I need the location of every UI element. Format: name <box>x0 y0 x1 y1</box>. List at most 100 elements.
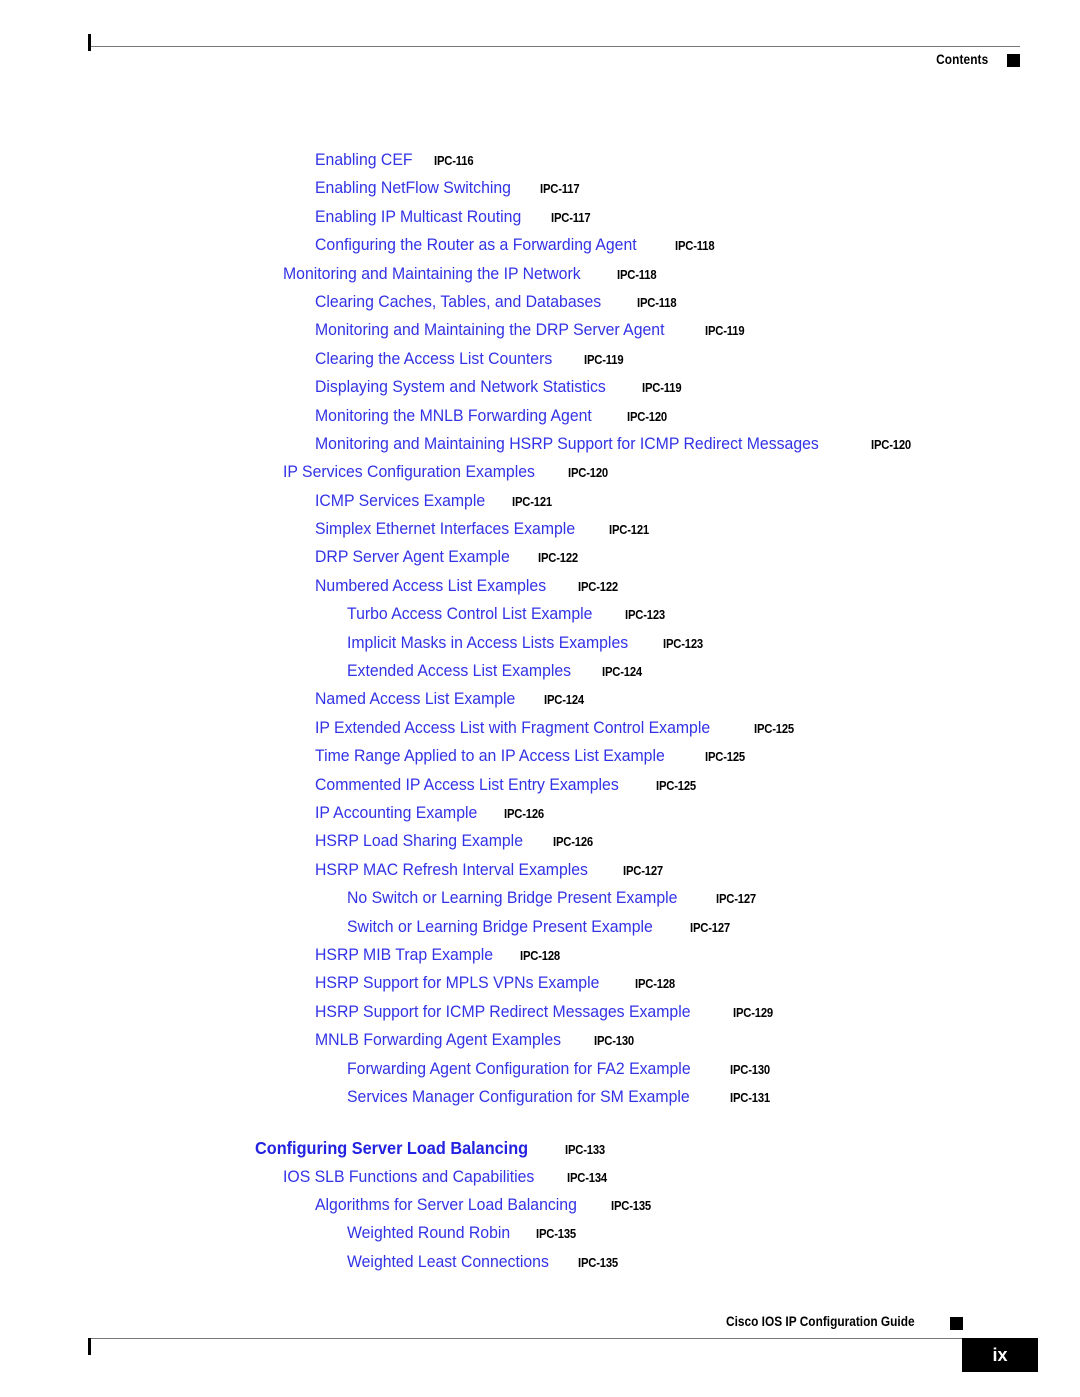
toc-entry-title[interactable]: HSRP Load Sharing Example <box>315 831 523 851</box>
toc-entry-title[interactable]: Monitoring and Maintaining the IP Networ… <box>283 264 581 284</box>
toc-entry-page-number: IPC-124 <box>544 693 585 708</box>
toc-chapter-entry[interactable]: Configuring Server Load Balancing IPC-133 <box>0 1138 1080 1166</box>
toc-entry[interactable]: Monitoring and Maintaining the IP Networ… <box>0 264 1080 292</box>
toc-entry[interactable]: IP Services Configuration Examples IPC-12… <box>0 462 1080 490</box>
toc-entry[interactable]: Simplex Ethernet Interfaces Example IPC-1… <box>0 519 1080 547</box>
toc-entry-title[interactable]: Turbo Access Control List Example <box>347 604 592 624</box>
toc-entry-title[interactable]: Named Access List Example <box>315 689 515 709</box>
toc-entry-title[interactable]: Enabling IP Multicast Routing <box>315 207 521 227</box>
toc-entry-title[interactable]: Clearing Caches, Tables, and Databases <box>315 292 601 312</box>
toc-entry-title[interactable]: IP Accounting Example <box>315 803 477 823</box>
toc-entry[interactable]: HSRP Support for ICMP Redirect Messages … <box>0 1002 1080 1030</box>
toc-entry-title[interactable]: MNLB Forwarding Agent Examples <box>315 1030 561 1050</box>
toc-entry-title[interactable]: Numbered Access List Examples <box>315 576 546 596</box>
toc-entry[interactable]: Implicit Masks in Access Lists Examples I… <box>0 633 1080 661</box>
toc-entry-title[interactable]: Weighted Round Robin <box>347 1223 510 1243</box>
toc-entry[interactable]: Forwarding Agent Configuration for FA2 E… <box>0 1059 1080 1087</box>
toc-entry[interactable]: Monitoring and Maintaining HSRP Support … <box>0 434 1080 462</box>
toc-entry-page-number: IPC-116 <box>433 154 474 168</box>
toc-entry-page-number: IPC-121 <box>511 494 552 509</box>
toc-entry-title[interactable]: Monitoring and Maintaining the DRP Serve… <box>315 320 664 340</box>
toc-entry-page-number: IPC-127 <box>689 920 730 935</box>
toc-entry-page-number: IPC-133 <box>564 1143 605 1158</box>
toc-entry-page-number: IPC-130 <box>593 1034 634 1049</box>
toc-entry-page-number: IPC-125 <box>705 750 746 765</box>
toc-entry[interactable]: Time Range Applied to an IP Access List … <box>0 746 1080 774</box>
toc-entry[interactable]: Named Access List Example IPC-124 <box>0 689 1080 717</box>
toc-entry[interactable]: Enabling CEF IPC-116 <box>0 150 1080 178</box>
toc-entry-title[interactable]: Configuring the Router as a Forwarding A… <box>315 235 637 255</box>
toc-entry[interactable]: Extended Access List Examples IPC-124 <box>0 661 1080 689</box>
toc-entry-title[interactable]: Simplex Ethernet Interfaces Example <box>315 519 575 539</box>
toc-entry-title[interactable]: Displaying System and Network Statistics <box>315 377 606 397</box>
toc-entry-title[interactable]: Switch or Learning Bridge Present Exampl… <box>347 917 653 937</box>
toc-entry[interactable]: Numbered Access List Examples IPC-122 <box>0 576 1080 604</box>
toc-entry-title[interactable]: ICMP Services Example <box>315 491 485 511</box>
toc-entry-title[interactable]: Clearing the Access List Counters <box>315 349 552 369</box>
toc-entry[interactable]: Commented IP Access List Entry Examples I… <box>0 775 1080 803</box>
toc-entry-title[interactable]: Extended Access List Examples <box>347 661 571 681</box>
toc-entry-page-number: IPC-120 <box>567 466 608 481</box>
black-square-marker-icon <box>950 1317 963 1330</box>
toc-entry[interactable]: Turbo Access Control List Example IPC-123 <box>0 604 1080 632</box>
toc-entry-title[interactable]: Configuring Server Load Balancing <box>255 1138 528 1159</box>
page-footer: Cisco IOS IP Configuration Guide ix <box>88 1314 1038 1397</box>
toc-entry-title[interactable]: Commented IP Access List Entry Examples <box>315 775 619 795</box>
toc-entry-title[interactable]: Monitoring and Maintaining HSRP Support … <box>315 434 819 454</box>
toc-entry-page-number: IPC-129 <box>732 1005 773 1020</box>
toc-entry[interactable]: HSRP MAC Refresh Interval Examples IPC-12… <box>0 860 1080 888</box>
toc-entry[interactable]: Monitoring and Maintaining the DRP Serve… <box>0 320 1080 348</box>
toc-entry[interactable]: Enabling IP Multicast Routing IPC-117 <box>0 207 1080 235</box>
toc-entry-title[interactable]: Monitoring the MNLB Forwarding Agent <box>315 406 592 426</box>
toc-entry[interactable]: Algorithms for Server Load Balancing IPC-… <box>0 1195 1080 1223</box>
toc-entry[interactable]: Switch or Learning Bridge Present Exampl… <box>0 917 1080 945</box>
toc-entry-title[interactable]: HSRP MIB Trap Example <box>315 945 493 965</box>
toc-entry-title[interactable]: Algorithms for Server Load Balancing <box>315 1195 577 1215</box>
toc-entry[interactable]: No Switch or Learning Bridge Present Exa… <box>0 888 1080 916</box>
toc-entry-title[interactable]: IOS SLB Functions and Capabilities <box>283 1167 534 1187</box>
toc-entry[interactable]: Clearing Caches, Tables, and Databases IP… <box>0 292 1080 320</box>
toc-entry-title[interactable]: DRP Server Agent Example <box>315 547 510 567</box>
toc-entry-title[interactable]: No Switch or Learning Bridge Present Exa… <box>347 888 677 908</box>
toc-entry-title[interactable]: Weighted Least Connections <box>347 1252 549 1272</box>
toc-entry-title[interactable]: Implicit Masks in Access Lists Examples <box>347 633 628 653</box>
toc-entry[interactable]: Configuring the Router as a Forwarding A… <box>0 235 1080 263</box>
toc-entry-title[interactable]: HSRP Support for ICMP Redirect Messages … <box>315 1002 691 1022</box>
toc-entry[interactable]: Weighted Least Connections IPC-135 <box>0 1252 1080 1280</box>
toc-entry[interactable]: DRP Server Agent Example IPC-122 <box>0 547 1080 575</box>
toc-entry[interactable]: ICMP Services Example IPC-121 <box>0 491 1080 519</box>
toc-entry-page-number: IPC-118 <box>674 239 715 254</box>
toc-entry[interactable]: IP Extended Access List with Fragment Co… <box>0 718 1080 746</box>
toc-entry-title[interactable]: HSRP Support for MPLS VPNs Example <box>315 973 599 993</box>
toc-entry[interactable]: Monitoring the MNLB Forwarding Agent IPC-… <box>0 406 1080 434</box>
toc-entry[interactable]: IP Accounting Example IPC-126 <box>0 803 1080 831</box>
toc-entry-title[interactable]: Enabling CEF <box>315 150 413 170</box>
toc-entry-page-number: IPC-117 <box>550 210 591 225</box>
toc-entry-page-number: IPC-119 <box>641 381 682 396</box>
toc-entry-title[interactable]: Time Range Applied to an IP Access List … <box>315 746 665 766</box>
toc-entry-title[interactable]: HSRP MAC Refresh Interval Examples <box>315 860 588 880</box>
document-page: Contents Enabling CEF IPC-116 Enabling Net… <box>0 0 1080 1397</box>
toc-entry[interactable]: HSRP Support for MPLS VPNs Example IPC-12… <box>0 973 1080 1001</box>
toc-entry[interactable]: Clearing the Access List Counters IPC-119 <box>0 349 1080 377</box>
toc-entry[interactable]: Enabling NetFlow Switching IPC-117 <box>0 178 1080 206</box>
toc-entry-page-number: IPC-126 <box>503 806 544 821</box>
toc-entry-title[interactable]: IP Extended Access List with Fragment Co… <box>315 718 710 738</box>
toc-entry-page-number: IPC-119 <box>704 324 745 339</box>
toc-entry-page-number: IPC-134 <box>567 1170 608 1185</box>
toc-entry-title[interactable]: Forwarding Agent Configuration for FA2 E… <box>347 1059 691 1079</box>
toc-entry-title[interactable]: Enabling NetFlow Switching <box>315 178 511 198</box>
toc-entry[interactable]: HSRP MIB Trap Example IPC-128 <box>0 945 1080 973</box>
toc-entry-title[interactable]: Services Manager Configuration for SM Ex… <box>347 1087 690 1107</box>
toc-entry-page-number: IPC-135 <box>578 1255 619 1270</box>
toc-entry[interactable]: Weighted Round Robin IPC-135 <box>0 1223 1080 1251</box>
toc-entry[interactable]: MNLB Forwarding Agent Examples IPC-130 <box>0 1030 1080 1058</box>
table-of-contents: Enabling CEF IPC-116 Enabling NetFlow Swit… <box>0 150 1080 1280</box>
toc-entry[interactable]: HSRP Load Sharing Example IPC-126 <box>0 831 1080 859</box>
toc-entry[interactable]: Displaying System and Network Statistics… <box>0 377 1080 405</box>
toc-entry-page-number: IPC-127 <box>622 863 663 878</box>
toc-entry-page-number: IPC-120 <box>870 437 911 452</box>
toc-entry-title[interactable]: IP Services Configuration Examples <box>283 462 535 482</box>
toc-entry[interactable]: Services Manager Configuration for SM Ex… <box>0 1087 1080 1115</box>
toc-entry[interactable]: IOS SLB Functions and Capabilities IPC-13… <box>0 1167 1080 1195</box>
